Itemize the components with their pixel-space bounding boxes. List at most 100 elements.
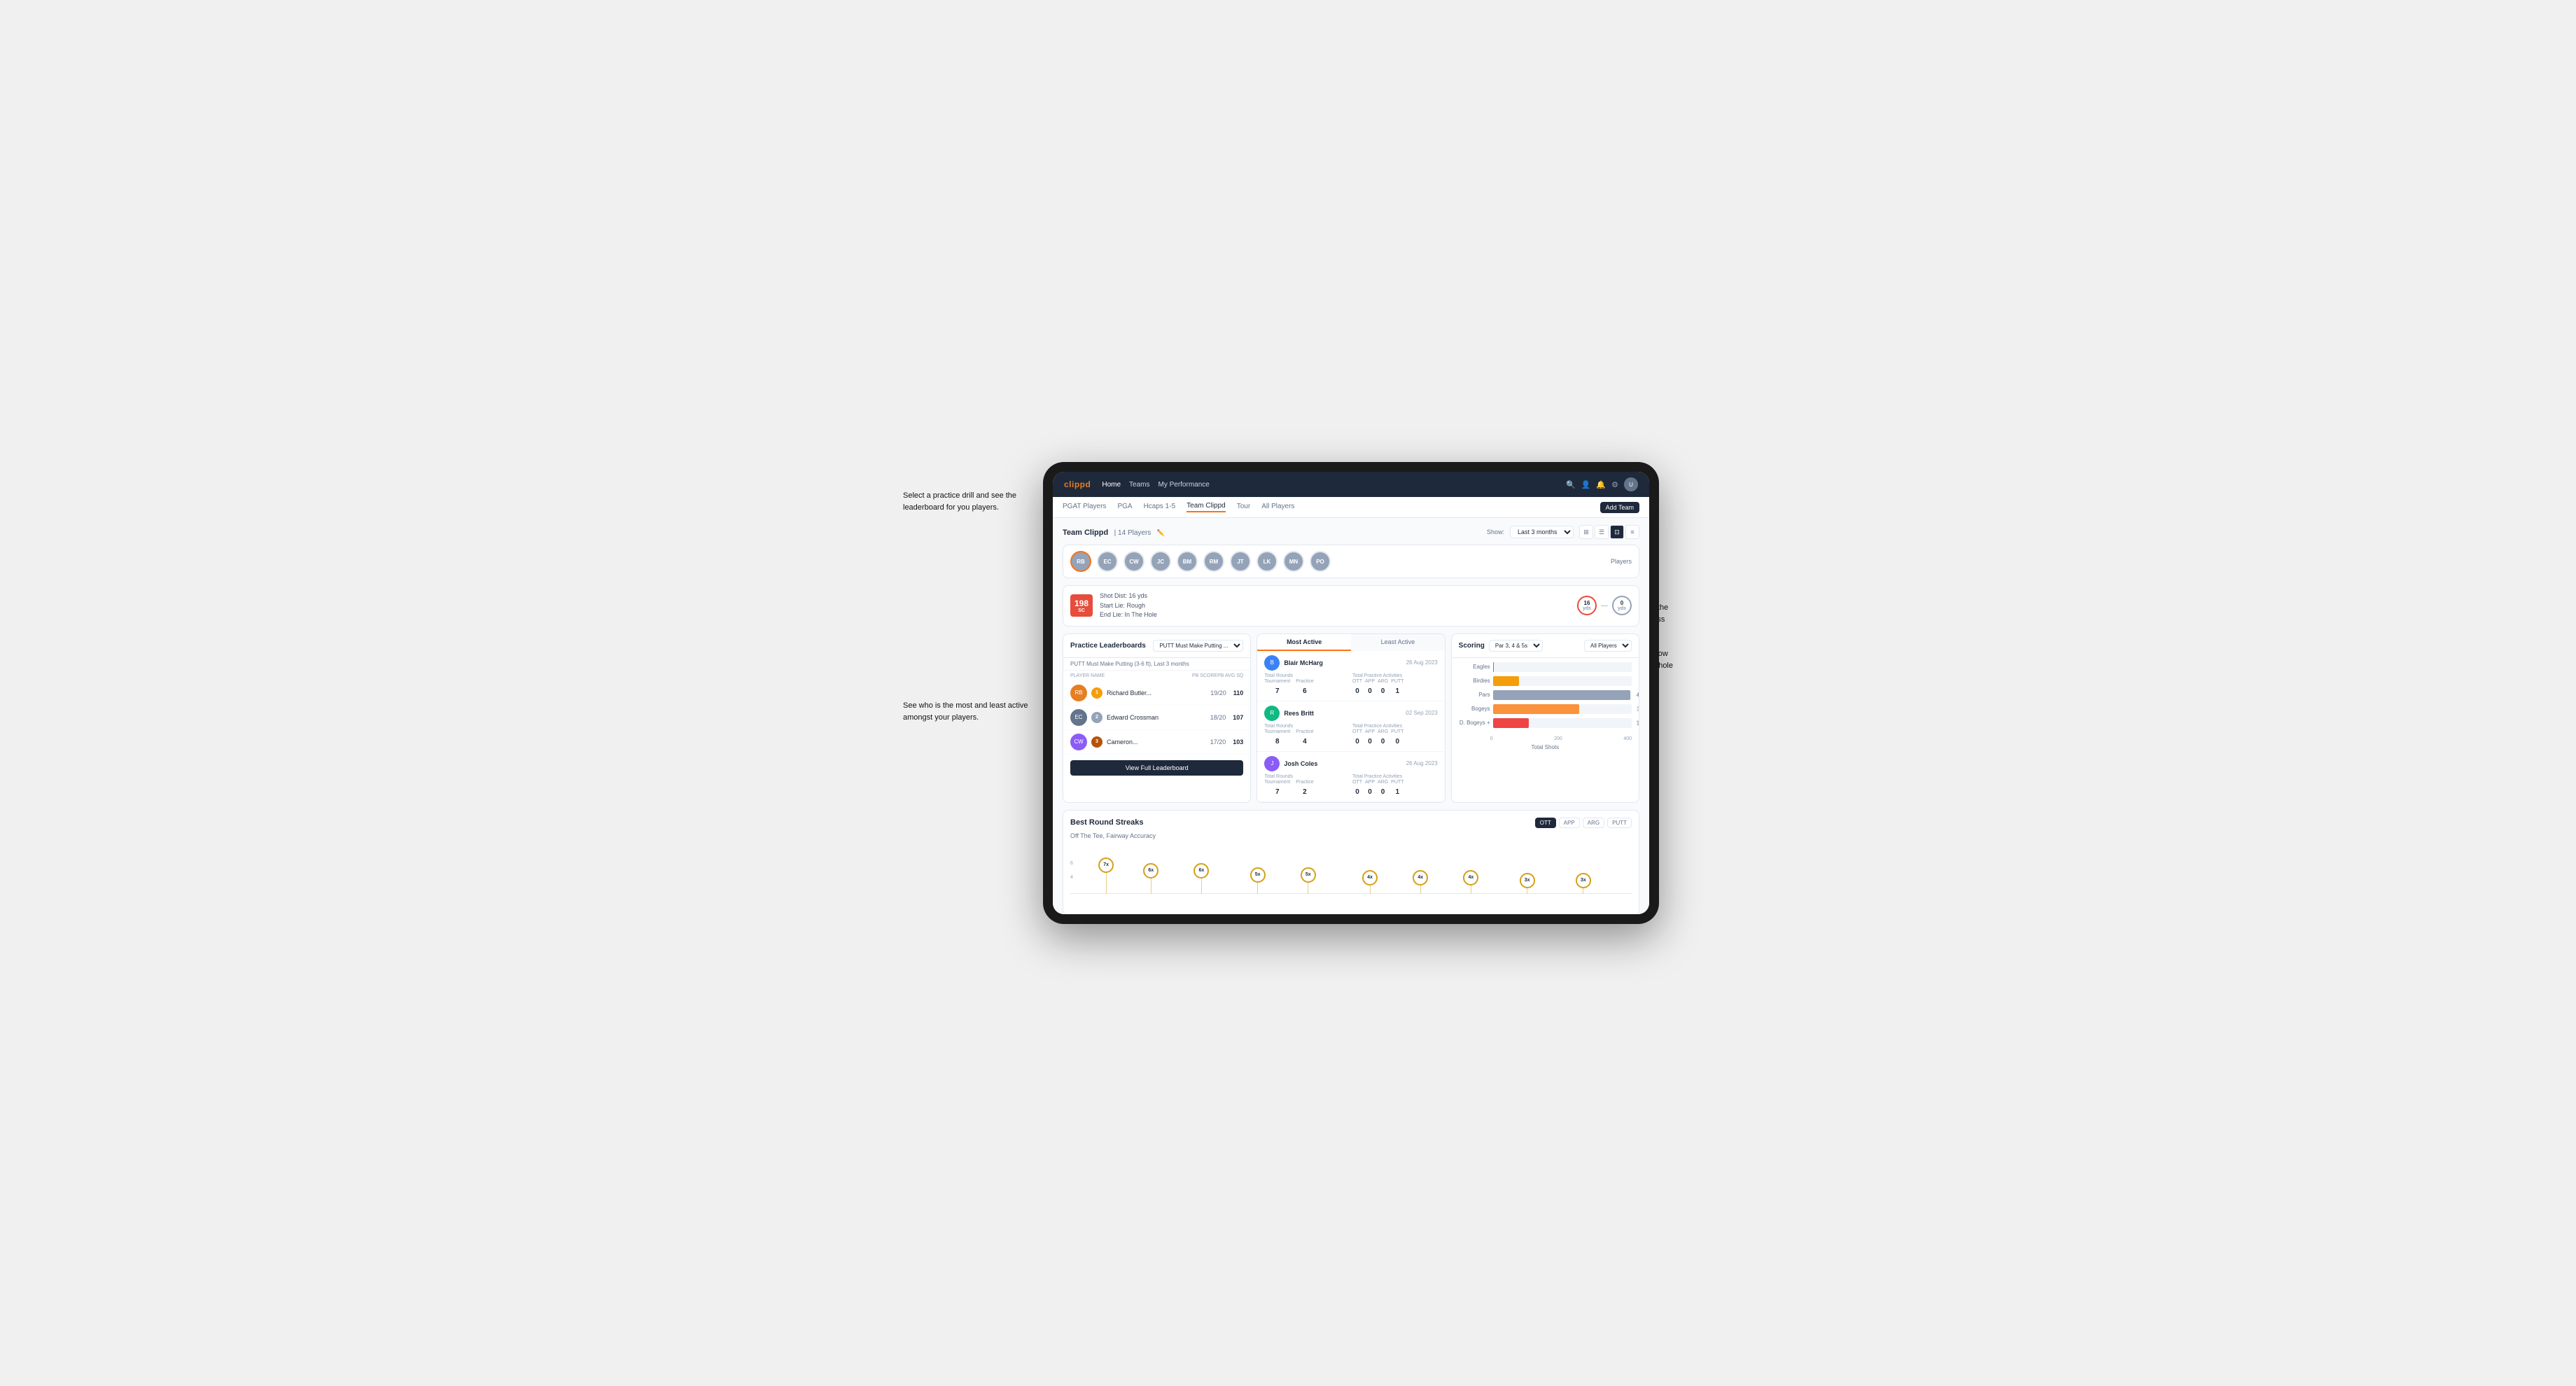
player-date-2: 02 Sep 2023 <box>1406 710 1437 716</box>
streak-dot-7: 4x <box>1413 870 1428 894</box>
bar-label-bogeys: Bogeys <box>1459 706 1490 712</box>
bar-fill-bogeys <box>1493 704 1579 714</box>
avatar-6[interactable]: RM <box>1203 551 1224 572</box>
nav-icons: 🔍 👤 🔔 ⚙ U <box>1566 477 1638 491</box>
tab-least-active[interactable]: Least Active <box>1351 634 1445 651</box>
streak-dot-9: 3x <box>1520 873 1535 894</box>
chart-x-label: Total Shots <box>1452 744 1639 753</box>
putt-filter-btn[interactable]: PUTT <box>1607 818 1632 828</box>
activity-tabs: Most Active Least Active <box>1257 634 1444 651</box>
practice-leaderboards-panel: Practice Leaderboards PUTT Must Make Put… <box>1063 634 1251 803</box>
player-info-1: B Blair McHarg <box>1264 655 1323 671</box>
player-pb-score: 19/20 <box>1210 690 1226 696</box>
leaderboards-title: Practice Leaderboards <box>1070 642 1146 650</box>
streak-dot-6: 4x <box>1362 870 1378 894</box>
table-row: EC 2 Edward Crossman 18/20 107 <box>1063 706 1250 730</box>
nav-teams[interactable]: Teams <box>1129 481 1149 489</box>
streak-value-3: 6x <box>1194 863 1209 878</box>
people-icon[interactable]: 👤 <box>1581 480 1591 489</box>
players-label: Players <box>1611 558 1632 565</box>
avatar-8[interactable]: LK <box>1256 551 1278 572</box>
team-header: Team Clippd | 14 Players ✏️ Show: Last 3… <box>1063 525 1639 539</box>
drill-select[interactable]: PUTT Must Make Putting ... <box>1153 640 1243 652</box>
practice-stat-1: Practice 6 <box>1296 679 1313 696</box>
bar-track-doublebogeys: 131 <box>1493 718 1632 728</box>
player-name-1: Blair McHarg <box>1284 659 1323 666</box>
avatar-10[interactable]: PO <box>1310 551 1331 572</box>
ott-3: OTT0 <box>1352 780 1362 797</box>
avatar-3[interactable]: CW <box>1124 551 1144 572</box>
streak-value-5: 5x <box>1301 867 1316 883</box>
streak-dot-1: 7x <box>1098 858 1114 894</box>
user-avatar[interactable]: U <box>1624 477 1638 491</box>
streak-value-1: 7x <box>1098 858 1114 873</box>
ott-1: OTT0 <box>1352 679 1362 696</box>
activity-player-2: R Rees Britt 02 Sep 2023 Total Rounds To… <box>1257 701 1444 752</box>
bar-value-bogeys: 311 <box>1637 706 1639 712</box>
bar-row-eagles: Eagles 3 <box>1459 662 1632 672</box>
avatar-5[interactable]: BM <box>1177 551 1198 572</box>
leaderboard-col-headers: PLAYER NAME PB SCORE PB AVG SQ <box>1063 671 1250 681</box>
grid-view-icon[interactable]: ⊞ <box>1579 525 1593 539</box>
edit-team-icon[interactable]: ✏️ <box>1157 529 1165 536</box>
add-team-button[interactable]: Add Team <box>1600 502 1639 513</box>
team-name: Team Clippd <box>1063 528 1108 537</box>
tab-pga[interactable]: PGA <box>1117 503 1132 512</box>
bell-icon[interactable]: 🔔 <box>1596 480 1606 489</box>
activity-stats-2: Total Rounds Tournament8 Practice4 Total… <box>1264 724 1437 747</box>
tablet-frame: clippd Home Teams My Performance 🔍 👤 🔔 ⚙… <box>1043 462 1659 924</box>
avatar-7[interactable]: JT <box>1230 551 1251 572</box>
bar-label-pars: Pars <box>1459 692 1490 698</box>
par-filter[interactable]: Par 3, 4 & 5s <box>1489 640 1543 652</box>
tab-hcaps[interactable]: Hcaps 1-5 <box>1144 503 1176 512</box>
player-filter[interactable]: All Players <box>1584 640 1632 652</box>
tournament-stat-2: Tournament8 <box>1264 729 1290 747</box>
bar-track-pars: 499 <box>1493 690 1632 700</box>
rounds-group-3: Total Rounds Tournament7 Practice2 <box>1264 774 1350 797</box>
ott-filter-btn[interactable]: OTT <box>1535 818 1556 828</box>
tab-most-active[interactable]: Most Active <box>1257 634 1351 651</box>
view-full-leaderboard-button[interactable]: View Full Leaderboard <box>1070 760 1243 776</box>
bar-label-eagles: Eagles <box>1459 664 1490 670</box>
main-content: Team Clippd | 14 Players ✏️ Show: Last 3… <box>1053 518 1649 914</box>
streak-dot-10: 3x <box>1576 873 1591 894</box>
avatar-1[interactable]: RB <box>1070 551 1091 572</box>
player-info-3: J Josh Coles <box>1264 756 1317 771</box>
streak-dot-4: 5x <box>1250 867 1266 894</box>
tab-all-players[interactable]: All Players <box>1261 503 1294 512</box>
streaks-filters: OTT APP ARG PUTT <box>1535 818 1632 828</box>
avatar-4[interactable]: JC <box>1150 551 1171 572</box>
player-name: Edward Crossman <box>1107 714 1206 721</box>
stats-view-icon[interactable]: ≡ <box>1625 525 1639 539</box>
nav-my-performance[interactable]: My Performance <box>1158 481 1209 489</box>
player-name: Richard Butler... <box>1107 690 1206 696</box>
app-1: APP0 <box>1365 679 1375 696</box>
bar-row-birdies: Birdies 96 <box>1459 676 1632 686</box>
player-avg: 110 <box>1233 690 1244 696</box>
list-view-icon[interactable]: ☰ <box>1595 525 1609 539</box>
view-icons: ⊞ ☰ ⊡ ≡ <box>1579 525 1639 539</box>
settings-icon[interactable]: ⚙ <box>1611 480 1618 489</box>
putt-2: PUTT0 <box>1391 729 1404 747</box>
tab-tour[interactable]: Tour <box>1237 503 1250 512</box>
streak-value-4: 5x <box>1250 867 1266 883</box>
card-view-icon[interactable]: ⊡ <box>1610 525 1624 539</box>
streak-dot-2: 6x <box>1143 863 1158 894</box>
team-count: | 14 Players <box>1114 529 1152 537</box>
search-icon[interactable]: 🔍 <box>1566 480 1576 489</box>
avatar-2[interactable]: EC <box>1097 551 1118 572</box>
team-controls: Show: Last 3 months ⊞ ☰ ⊡ ≡ <box>1487 525 1639 539</box>
streak-dot-3: 6x <box>1194 863 1209 894</box>
practice-stat-3: Practice2 <box>1296 780 1313 797</box>
player-name: Cameron... <box>1107 738 1206 746</box>
bar-fill-pars <box>1493 690 1630 700</box>
time-period-select[interactable]: Last 3 months <box>1510 526 1574 538</box>
app-filter-btn[interactable]: APP <box>1559 818 1580 828</box>
hole-start: 16 yds <box>1577 596 1597 615</box>
tab-pgat[interactable]: PGAT Players <box>1063 503 1106 512</box>
avatar-9[interactable]: MN <box>1283 551 1304 572</box>
bar-value-doublebogeys: 131 <box>1637 720 1639 726</box>
tab-team-clippd[interactable]: Team Clippd <box>1186 502 1226 512</box>
nav-home[interactable]: Home <box>1102 481 1121 489</box>
arg-filter-btn[interactable]: ARG <box>1583 818 1604 828</box>
